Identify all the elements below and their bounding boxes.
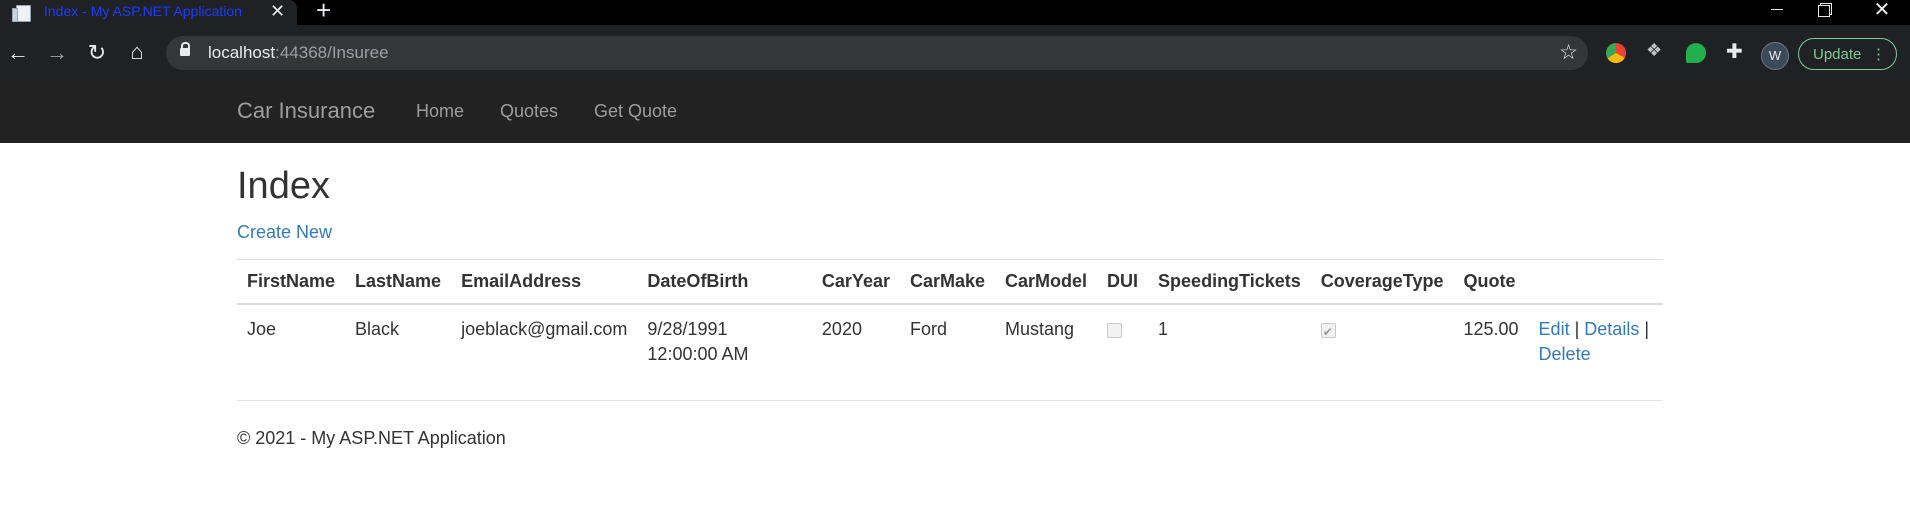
back-arrow-icon[interactable]: ←	[2, 37, 34, 69]
cell-first-name: Joe	[237, 304, 346, 380]
dui-checkbox	[1107, 323, 1123, 338]
tab-title: Index - My ASP.NET Application	[44, 3, 242, 19]
separator: |	[1574, 319, 1580, 339]
column-header: DUI	[1097, 259, 1149, 305]
nav-link-quotes[interactable]: Quotes	[500, 101, 558, 122]
nav-link-home[interactable]: Home	[416, 101, 464, 122]
column-header: CarModel	[995, 259, 1098, 305]
cell-last-name: Black	[345, 304, 452, 380]
profile-avatar[interactable]: W	[1761, 42, 1789, 70]
window-close-button[interactable]: ✕	[1858, 0, 1906, 25]
cell-speeding-tickets: 1	[1148, 304, 1311, 380]
delete-link[interactable]: Delete	[1539, 344, 1591, 364]
cell-email: joeblack@gmail.com	[451, 304, 638, 380]
dropbox-icon[interactable]: ❖	[1646, 40, 1666, 60]
update-button[interactable]: Update ⋮	[1798, 38, 1897, 70]
chat-extension-icon[interactable]	[1686, 43, 1706, 63]
star-icon[interactable]: ☆	[1559, 40, 1578, 65]
kebab-menu-icon[interactable]: ⋮	[1871, 39, 1886, 71]
coverage-type-checkbox	[1320, 320, 1336, 345]
new-tab-button[interactable]: +	[316, 0, 331, 23]
tab-strip: Index - My ASP.NET Application ✕ + ✕	[0, 0, 1910, 29]
address-bar[interactable]: localhost:44368/Insuree ☆	[166, 36, 1588, 70]
puzzle-icon[interactable]: ✚	[1726, 39, 1746, 63]
column-header: DateOfBirth	[637, 259, 812, 305]
extension-icon[interactable]	[1606, 43, 1626, 63]
details-link[interactable]: Details	[1584, 319, 1639, 339]
site-navbar: Car Insurance Home Quotes Get Quote	[0, 81, 1910, 143]
separator: |	[1644, 319, 1650, 339]
column-header: CarMake	[899, 259, 996, 305]
footer-divider	[237, 400, 1663, 401]
column-header: SpeedingTickets	[1148, 259, 1311, 305]
column-header-actions	[1528, 259, 1663, 305]
footer-text: © 2021 - My ASP.NET Application	[237, 428, 506, 448]
edit-link[interactable]: Edit	[1539, 319, 1570, 339]
column-header: EmailAddress	[451, 259, 638, 305]
brand-link[interactable]: Car Insurance	[237, 98, 375, 124]
cell-coverage-type	[1310, 304, 1454, 380]
restore-button[interactable]	[1800, 0, 1848, 25]
reload-icon[interactable]: ↻	[81, 37, 113, 69]
column-header: Quote	[1453, 259, 1529, 305]
insuree-table: FirstName LastName EmailAddress DateOfBi…	[237, 259, 1663, 380]
column-header: CoverageType	[1310, 259, 1454, 305]
table-row: Joe Black joeblack@gmail.com 9/28/1991 1…	[237, 304, 1663, 380]
forward-arrow-icon[interactable]: →	[41, 37, 73, 69]
cell-car-make: Ford	[899, 304, 996, 380]
cell-car-model: Mustang	[995, 304, 1098, 380]
column-header: CarYear	[811, 259, 900, 305]
cell-quote: 125.00	[1453, 304, 1529, 380]
close-icon[interactable]: ✕	[270, 1, 285, 22]
cell-dui	[1097, 304, 1149, 380]
column-header: LastName	[345, 259, 452, 305]
browser-toolbar: ← → ↻ ⌂ localhost:44368/Insuree ☆ ❖ ✚ W …	[0, 25, 1910, 81]
page-title: Index	[237, 165, 330, 207]
lock-icon[interactable]	[180, 42, 190, 56]
browser-tab[interactable]: Index - My ASP.NET Application ✕	[0, 0, 297, 29]
column-header: FirstName	[237, 259, 346, 305]
cell-dob: 9/28/1991 12:00:00 AM	[637, 304, 812, 380]
page-icon	[12, 5, 31, 22]
home-icon[interactable]: ⌂	[121, 36, 153, 68]
table-header-row: FirstName LastName EmailAddress DateOfBi…	[237, 259, 1663, 305]
create-new-link[interactable]: Create New	[237, 222, 332, 243]
cell-car-year: 2020	[811, 304, 900, 380]
nav-link-get-quote[interactable]: Get Quote	[594, 101, 677, 122]
url-text[interactable]: localhost:44368/Insuree	[208, 43, 389, 63]
cell-actions: Edit | Details | Delete	[1528, 304, 1663, 380]
minimize-button[interactable]	[1753, 0, 1801, 25]
